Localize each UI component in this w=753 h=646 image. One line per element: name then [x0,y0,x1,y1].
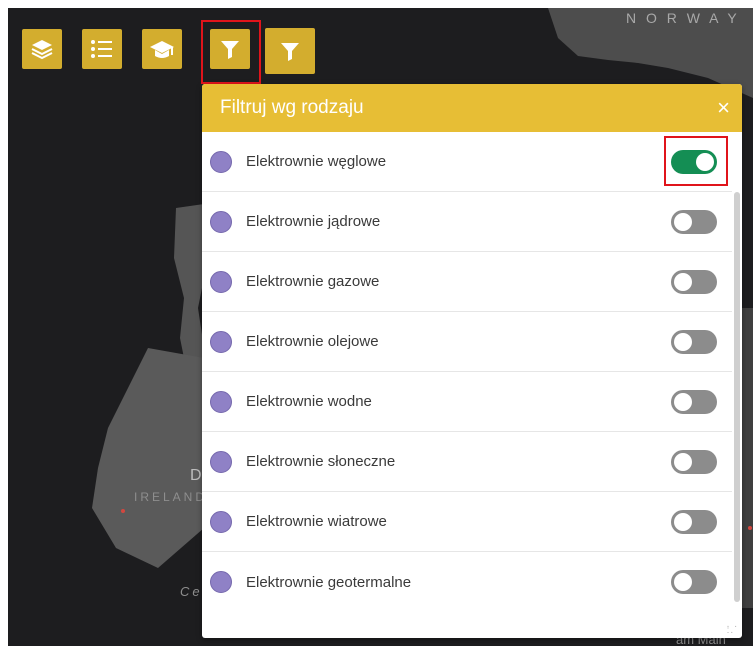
filter-label: Elektrownie jądrowe [246,213,381,230]
filter-icon [281,43,299,61]
category-dot-icon [210,390,232,413]
scrollbar[interactable] [734,192,740,602]
toggle-knob [674,512,692,531]
map-label-ireland: IRELAND [134,490,208,504]
toggle-knob [674,452,692,471]
category-dot-icon [210,510,232,533]
panel-header: Filtruj wg rodzaju × [202,84,742,132]
map-label-norway: N O R W A Y [626,10,740,26]
filter-toggle[interactable] [671,329,717,354]
toggle-knob [674,332,692,351]
category-dot-icon [210,571,232,593]
toggle-knob [674,212,692,231]
filter-row: Elektrownie gazowe [202,252,732,312]
filter-row: Elektrownie słoneczne [202,432,732,492]
filter-button-active[interactable] [210,29,250,69]
list-icon [91,40,112,58]
category-dot-icon [210,270,232,293]
filter-toggle[interactable] [671,389,717,414]
filter-label: Elektrownie wiatrowe [246,513,387,530]
category-dot-icon [210,330,232,353]
filter-row: Elektrownie wodne [202,372,732,432]
category-dot-icon [210,210,232,233]
filter-row: Elektrownie jądrowe [202,192,732,252]
filter-label: Elektrownie węglowe [246,153,387,170]
filter-icon [221,41,239,59]
filter-toggle[interactable] [671,149,717,174]
filter-toggle[interactable] [671,449,717,474]
layers-button[interactable] [22,29,62,69]
filter-row: Elektrownie olejowe [202,312,732,372]
toggle-knob [674,272,692,291]
filter-label: Elektrownie gazowe [246,273,380,290]
filter-toggle[interactable] [671,269,717,294]
filter-label: Elektrownie geotermalne [246,573,412,591]
filter-button[interactable] [265,28,315,74]
filter-toggle[interactable] [671,509,717,534]
category-dot-icon [210,450,232,473]
filter-toggle[interactable] [671,570,717,594]
panel-title: Filtruj wg rodzaju [220,97,364,118]
toggle-knob [696,152,714,171]
close-icon[interactable]: × [717,97,730,119]
layers-icon [31,40,53,60]
filter-row: Elektrownie wiatrowe [202,492,732,552]
map-label-celtic: Ce [180,584,203,599]
filter-row: Elektrownie geotermalne [202,552,732,612]
toggle-knob [674,573,692,591]
legend-list-button[interactable] [82,29,122,69]
resize-grip-icon[interactable]: . .:. [727,620,738,636]
toggle-knob [674,392,692,411]
filter-list: Elektrownie węglowe Elektrownie jądrowe El… [202,132,732,612]
graduation-cap-icon [150,41,174,58]
filter-label: Elektrownie olejowe [246,333,379,350]
filter-label: Elektrownie słoneczne [246,453,396,470]
education-button[interactable] [142,29,182,69]
filter-row: Elektrownie węglowe [202,132,732,192]
category-dot-icon [210,150,232,173]
filter-panel: Filtruj wg rodzaju × Elektrownie węglowe… [202,84,742,638]
filter-toggle[interactable] [671,209,717,234]
filter-label: Elektrownie wodne [246,393,372,410]
